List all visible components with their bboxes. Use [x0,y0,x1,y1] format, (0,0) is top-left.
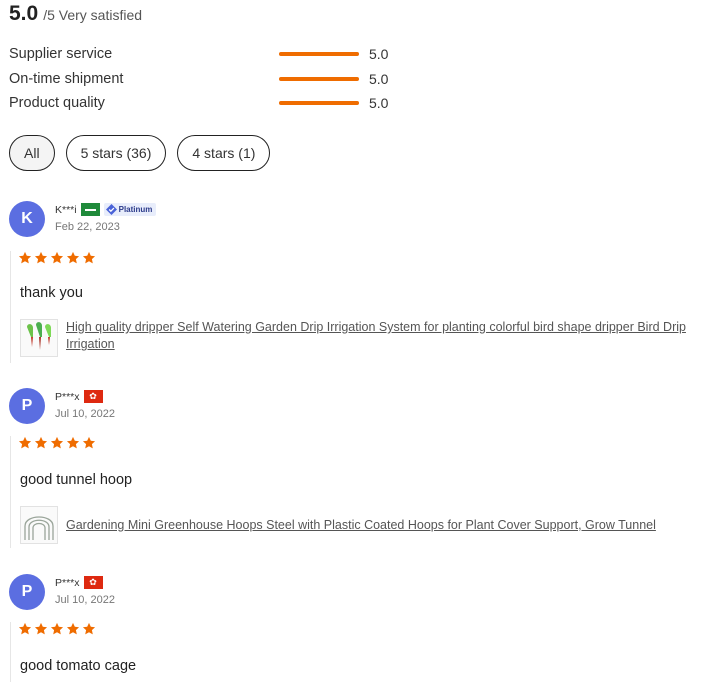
badge-label: Platinum [118,205,153,214]
verified-check-icon [105,204,117,215]
star-icon [82,251,96,264]
star-icon [82,436,96,449]
hong-kong-flag-icon: ✿ [83,576,103,589]
hong-kong-flag-icon: ✿ [83,390,103,403]
review-body: good tunnel hoop Gardening Mini Greenhou… [10,436,710,548]
review-text: good tunnel hoop [20,472,133,488]
star-icon [50,251,64,264]
metric-on-time-shipment: On-time shipment 5.0 [9,69,409,89]
metric-bar [279,101,359,105]
platinum-badge: Platinum [103,203,157,216]
bird-dripper-icon[interactable] [20,319,58,357]
reviewer-name: P***x [55,390,80,403]
filter-4-stars[interactable]: 4 stars (1) [177,135,271,171]
greenhouse-hoops-icon[interactable] [20,506,58,544]
metric-supplier-service: Supplier service 5.0 [9,44,409,64]
star-icon [66,251,80,264]
rating-filters: All 5 stars (36) 4 stars (1) [9,135,271,171]
review-date: Jul 10, 2022 [55,594,115,606]
rating-summary: 5.0 /5 Very satisfied [9,2,142,32]
star-icon [18,436,32,449]
review-date: Feb 22, 2023 [55,221,120,233]
reviewer-line: P***x ✿ [55,390,103,403]
metric-label: On-time shipment [9,71,124,87]
metric-value: 5.0 [369,46,389,62]
metric-product-quality: Product quality 5.0 [9,93,409,113]
star-icon [18,251,32,264]
star-rating [18,251,710,267]
star-icon [66,622,80,635]
metric-label: Product quality [9,95,105,111]
product-link[interactable]: High quality dripper Self Watering Garde… [66,319,711,353]
review-text: thank you [20,285,83,301]
overall-score: 5.0 [9,2,39,25]
filter-all[interactable]: All [9,135,55,171]
reviewer-name: P***x [55,576,80,589]
product-link-row: Gardening Mini Greenhouse Hoops Steel wi… [20,506,711,544]
metric-bar [279,77,359,81]
overall-score-suffix: /5 Very satisfied [43,7,143,23]
metric-bar [279,52,359,56]
star-icon [34,436,48,449]
metric-bar-fill [279,52,359,56]
metric-bar-fill [279,101,359,105]
reviewer-name: K***i [55,203,77,216]
star-icon [50,436,64,449]
product-link-row: High quality dripper Self Watering Garde… [20,319,711,357]
star-icon [66,436,80,449]
reviewer-line: P***x ✿ [55,576,103,589]
metric-value: 5.0 [369,71,389,87]
review-date: Jul 10, 2022 [55,408,115,420]
filter-5-stars[interactable]: 5 stars (36) [65,135,167,171]
avatar: K [9,201,45,237]
saudi-arabia-flag-icon [80,203,100,216]
product-link[interactable]: Gardening Mini Greenhouse Hoops Steel wi… [66,506,711,544]
star-icon [50,622,64,635]
star-rating [18,622,710,638]
review-body: thank you High quality dripper Self Wate… [10,251,710,363]
star-icon [34,251,48,264]
avatar: P [9,388,45,424]
reviewer-line: K***i Platinum [55,203,157,216]
star-rating [18,436,710,452]
avatar: P [9,574,45,610]
star-icon [34,622,48,635]
star-icon [82,622,96,635]
metric-bar-fill [279,77,359,81]
review-body: good tomato cage [10,622,710,682]
metric-label: Supplier service [9,46,113,62]
review-text: good tomato cage [20,658,137,674]
star-icon [18,622,32,635]
metric-value: 5.0 [369,95,389,111]
